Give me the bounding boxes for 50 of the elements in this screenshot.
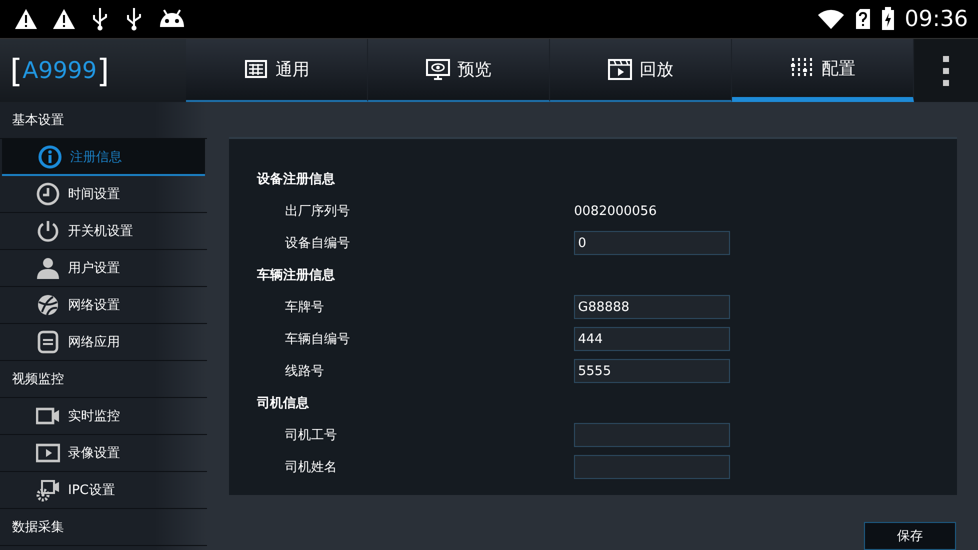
field-label: 车辆自编号 [285, 332, 350, 347]
wifi-icon [816, 8, 845, 30]
input-field[interactable]: 5555 [574, 359, 730, 383]
sidebar-item[interactable]: 开关机设置 [0, 213, 207, 250]
film-icon [608, 58, 632, 82]
field-label: 司机工号 [285, 428, 337, 443]
input-field[interactable]: 0 [574, 231, 730, 255]
play-icon [36, 441, 60, 465]
monitor-icon [426, 58, 450, 82]
field-label: 出厂序列号 [285, 204, 350, 219]
warning-icon [14, 8, 38, 30]
logo-bracket: ] [96, 52, 110, 90]
field-label: 设备自编号 [285, 236, 350, 251]
group-title: 司机信息 [257, 395, 309, 412]
sidebar-item[interactable]: 网络应用 [0, 324, 207, 361]
input-field[interactable]: G88888 [574, 295, 730, 319]
android-icon [158, 9, 186, 29]
field-label: 线路号 [285, 364, 324, 379]
menu-icon [942, 54, 950, 86]
list-icon [36, 330, 60, 354]
input-field[interactable] [574, 423, 730, 447]
input-field[interactable]: 444 [574, 327, 730, 351]
field-label: 司机姓名 [285, 460, 337, 475]
sidebar-item[interactable]: 录像设置 [0, 435, 207, 472]
usb-icon [124, 7, 144, 31]
camera-gear-icon [36, 478, 60, 502]
clock-time: 09:36 [904, 6, 968, 32]
battery-icon [880, 7, 895, 31]
warning-icon [52, 8, 76, 30]
usb-icon [90, 7, 110, 31]
power-icon [36, 219, 60, 243]
field-value: 0082000056 [574, 204, 657, 218]
sim-card-icon [854, 8, 871, 30]
sidebar-item[interactable]: 网络设置 [0, 287, 207, 324]
save-button[interactable]: 保存 [864, 522, 956, 550]
logo-bracket: [ [10, 52, 22, 90]
logo-text: A9999 [22, 58, 97, 84]
sidebar-item[interactable]: IPC设置 [0, 472, 207, 509]
user-icon [36, 256, 60, 280]
field-label: 车牌号 [285, 300, 324, 315]
sidebar-item[interactable]: 时间设置 [0, 176, 207, 213]
sidebar-item[interactable]: 注册信息 [2, 139, 205, 176]
info-icon [38, 144, 62, 168]
clock-icon [36, 182, 60, 206]
group-title: 车辆注册信息 [257, 266, 335, 284]
sidebar-item[interactable]: 用户设置 [0, 250, 207, 287]
sidebar-item[interactable]: 实时监控 [0, 398, 207, 435]
input-field[interactable] [574, 455, 730, 479]
globe-icon [36, 293, 60, 317]
group-title: 设备注册信息 [257, 170, 335, 188]
